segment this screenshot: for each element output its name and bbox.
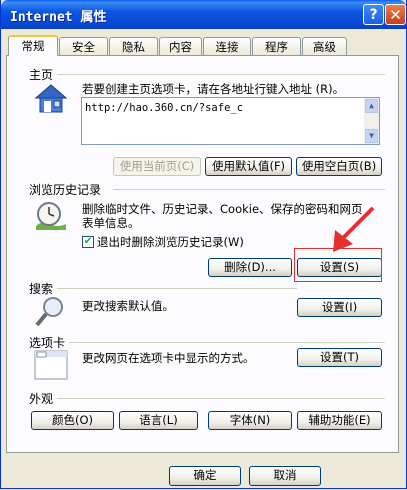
history-heading: 浏览历史记录 [29,183,102,197]
tab-advanced[interactable]: 高级 [302,37,347,55]
homepage-heading: 主页 [29,68,54,82]
divider [57,398,385,399]
delete-history-button[interactable]: 删除(D)... [208,258,292,277]
tabs-description: 更改网页在选项卡中显示的方式。 [82,351,255,365]
title-bar[interactable]: Internet 属性 ? ✕ [1,0,406,29]
delete-on-exit-checkbox[interactable]: ✔ [82,236,94,248]
history-clock-icon [36,202,66,230]
use-default-button[interactable]: 使用默认值(F) [205,157,292,176]
history-description-line2: 表单信息。 [82,216,140,230]
tab-privacy[interactable]: 隐私 [109,37,158,55]
help-button[interactable]: ? [363,4,384,25]
search-settings-button[interactable]: 设置(I) [297,298,382,317]
homepage-url-value: http://hao.360.cn/?safe_c [85,102,244,114]
magnifier-icon [35,297,63,327]
tabs-heading: 选项卡 [29,336,66,350]
tabs-settings-button[interactable]: 设置(T) [297,348,382,367]
internet-options-dialog: Internet 属性 ? ✕ 常规 安全 隐私 内容 连接 程序 高级 主页 … [0,0,407,489]
url-scrollbar[interactable]: ▲ ▼ [364,98,379,144]
tabbed-window-icon [34,350,68,380]
fonts-button[interactable]: 字体(N) [208,411,292,430]
search-description: 更改搜索默认值。 [82,299,174,313]
delete-on-exit-label: 退出时删除浏览历史记录(W) [97,235,244,249]
annotation-arrow-icon [333,206,375,252]
tab-general[interactable]: 常规 [8,35,58,56]
scroll-up-icon[interactable]: ▲ [365,99,378,113]
homepage-description: 若要创建主页选项卡，请在各地址行键入地址 (R)。 [82,82,345,96]
house-icon [34,84,68,113]
accessibility-button[interactable]: 辅助功能(E) [297,411,382,430]
ok-button[interactable]: 确定 [169,466,241,486]
languages-button[interactable]: 语言(L) [119,411,198,430]
tab-connections[interactable]: 连接 [203,37,251,55]
appearance-heading: 外观 [29,392,54,406]
divider [113,189,385,190]
divider [57,288,297,289]
close-button[interactable]: ✕ [385,4,406,25]
homepage-url-textarea[interactable]: http://hao.360.cn/?safe_c ▲ ▼ [81,97,380,145]
divider [69,342,385,343]
tab-content[interactable]: 内容 [159,37,202,55]
use-current-button[interactable]: 使用当前页(C) [113,157,201,176]
tab-programs[interactable]: 程序 [252,37,301,55]
use-blank-button[interactable]: 使用空白页(B) [296,157,382,176]
tab-security[interactable]: 安全 [59,37,108,55]
colors-button[interactable]: 颜色(O) [31,411,114,430]
window-title: Internet 属性 [10,10,107,25]
scroll-down-icon[interactable]: ▼ [365,129,378,143]
divider [57,74,385,75]
cancel-button[interactable]: 取消 [249,466,321,486]
